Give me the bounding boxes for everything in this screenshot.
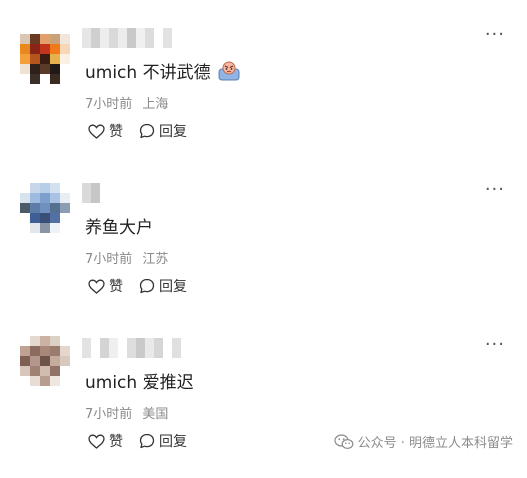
heart-icon <box>88 124 105 139</box>
more-icon[interactable]: ··· <box>485 26 505 44</box>
comment-location: 江苏 <box>142 252 169 267</box>
comment-location: 美国 <box>142 407 169 422</box>
wechat-icon <box>333 433 353 449</box>
comment-meta: 7小时前 上海 <box>85 93 168 112</box>
comment-time: 7小时前 <box>85 407 133 422</box>
like-label: 赞 <box>109 279 123 295</box>
comment-actions: 赞 回复 <box>88 121 187 141</box>
comment-item: ··· 养鱼大户 7小时前 江苏 赞 回复 <box>0 181 527 323</box>
comment-meta: 7小时前 美国 <box>85 403 168 422</box>
rage-emoji-icon <box>218 61 240 86</box>
comment-actions: 赞 回复 <box>88 276 187 296</box>
reply-label: 回复 <box>159 124 187 140</box>
like-button[interactable]: 赞 <box>88 121 123 141</box>
comment-actions: 赞 回复 <box>88 431 187 451</box>
watermark: 公众号 · 明德立人本科留学 <box>333 432 513 451</box>
avatar[interactable] <box>20 34 70 84</box>
comment-meta: 7小时前 江苏 <box>85 248 168 267</box>
more-icon[interactable]: ··· <box>485 336 505 354</box>
username-blurred[interactable] <box>82 338 181 358</box>
reply-button[interactable]: 回复 <box>139 276 187 296</box>
comment-time: 7小时前 <box>85 97 133 112</box>
comment-text: 养鱼大户 <box>85 213 153 238</box>
comment-text: umich 不讲武德 <box>85 58 240 86</box>
avatar[interactable] <box>20 183 70 233</box>
more-icon[interactable]: ··· <box>485 181 505 199</box>
reply-button[interactable]: 回复 <box>139 431 187 451</box>
reply-label: 回复 <box>159 434 187 450</box>
heart-icon <box>88 279 105 294</box>
comment-text-content: 养鱼大户 <box>85 218 153 238</box>
comment-time: 7小时前 <box>85 252 133 267</box>
watermark-text: 公众号 · 明德立人本科留学 <box>357 436 513 451</box>
like-label: 赞 <box>109 124 123 140</box>
comment-item: ··· umich 不讲武德 7小时前 上海 赞 回复 <box>0 26 527 168</box>
username-blurred[interactable] <box>82 183 109 203</box>
heart-icon <box>88 434 105 449</box>
comment-location: 上海 <box>142 97 169 112</box>
like-button[interactable]: 赞 <box>88 276 123 296</box>
comment-item: ··· umich 爱推迟 7小时前 美国 赞 回复 <box>0 336 527 478</box>
reply-button[interactable]: 回复 <box>139 121 187 141</box>
comment-text-content: umich 不讲武德 <box>85 63 211 83</box>
reply-label: 回复 <box>159 279 187 295</box>
like-button[interactable]: 赞 <box>88 431 123 451</box>
avatar[interactable] <box>20 336 70 386</box>
speech-bubble-icon <box>139 433 155 449</box>
comment-text: umich 爱推迟 <box>85 368 194 393</box>
speech-bubble-icon <box>139 123 155 139</box>
comment-text-content: umich 爱推迟 <box>85 373 194 393</box>
like-label: 赞 <box>109 434 123 450</box>
username-blurred[interactable] <box>82 28 172 48</box>
speech-bubble-icon <box>139 278 155 294</box>
